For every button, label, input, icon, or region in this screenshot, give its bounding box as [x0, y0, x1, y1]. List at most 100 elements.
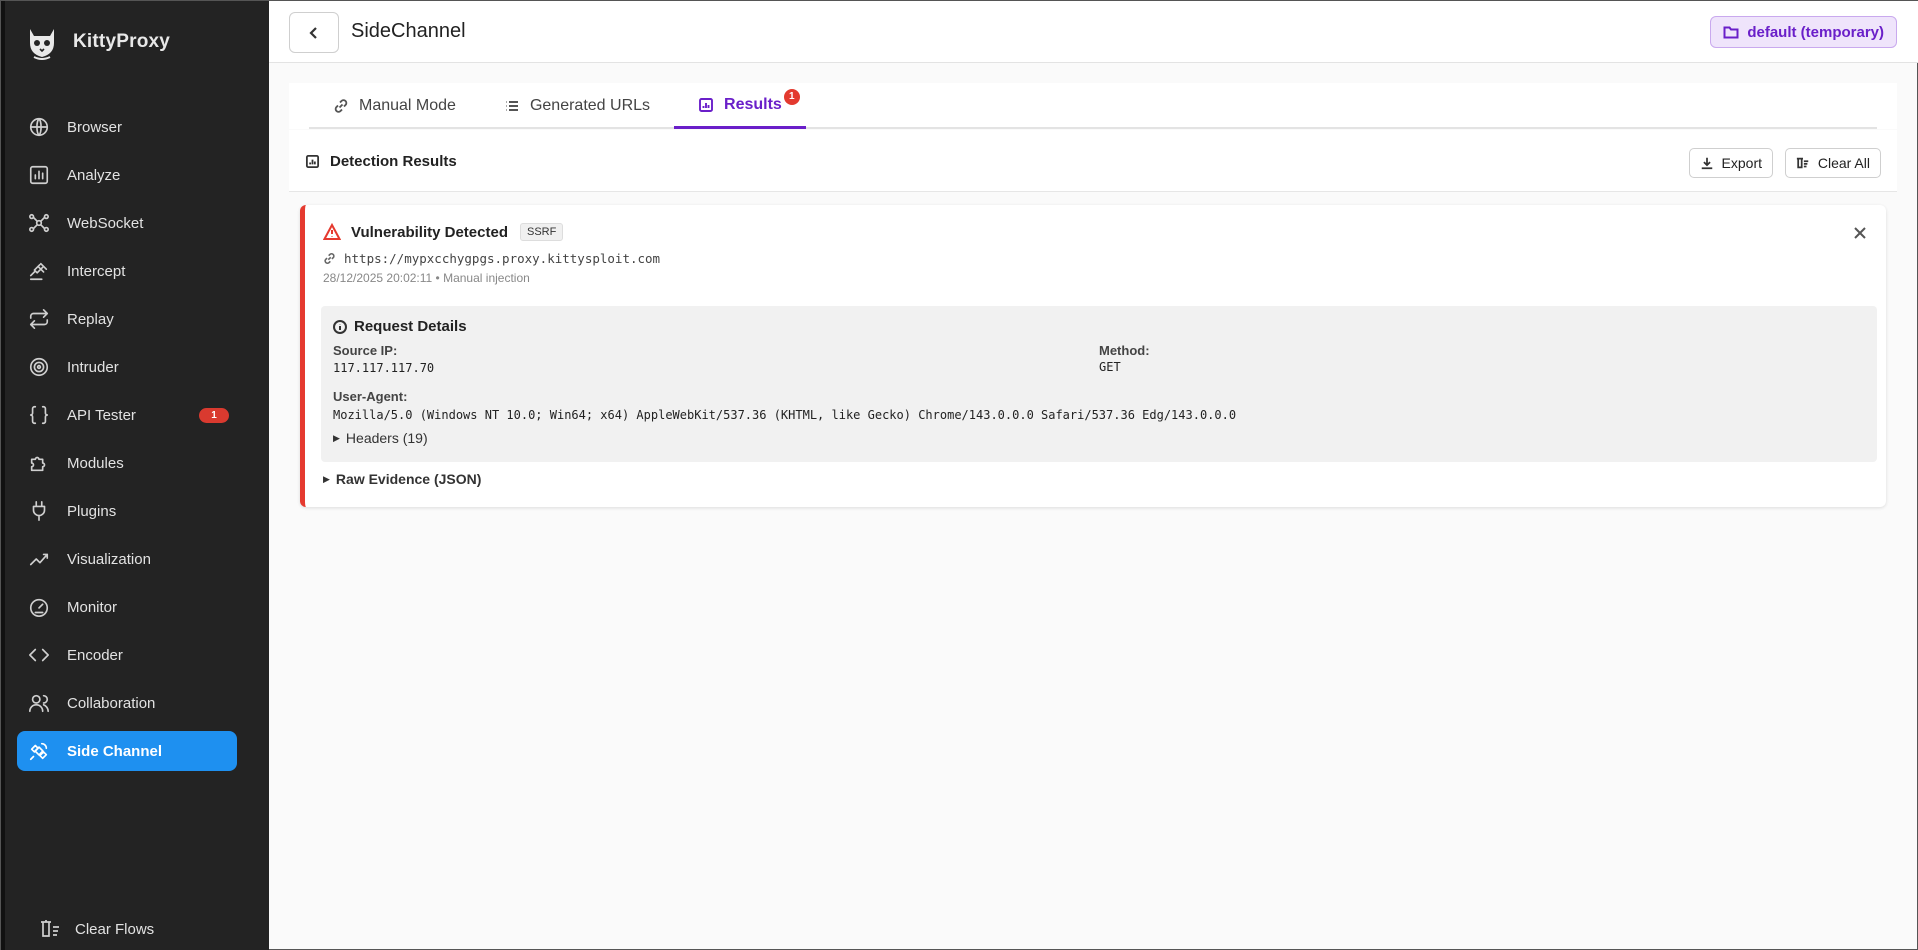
sidebar-item-modules[interactable]: Modules	[17, 443, 237, 483]
user-agent-label: User-Agent:	[333, 389, 408, 404]
code-icon	[27, 643, 51, 667]
method-value: GET	[1099, 360, 1121, 374]
export-label: Export	[1721, 155, 1762, 171]
globe-icon	[27, 115, 51, 139]
sidebar-item-label: Encoder	[67, 646, 123, 664]
app-name: KittyProxy	[73, 31, 171, 52]
target-icon	[27, 355, 51, 379]
user-agent-value: Mozilla/5.0 (Windows NT 10.0; Win64; x64…	[333, 408, 1237, 422]
line-chart-icon	[27, 547, 51, 571]
cat-logo-icon	[30, 29, 54, 60]
sidebar-item-visualization[interactable]: Visualization	[17, 539, 237, 579]
chart-icon	[305, 154, 320, 169]
sidebar-item-collaboration[interactable]: Collaboration	[17, 683, 237, 723]
app-window: KittyProxy Browser Analyze WebSocket Int…	[0, 0, 1918, 950]
results-count-badge: 1	[783, 89, 800, 105]
sidebar-item-analyze[interactable]: Analyze	[17, 155, 237, 195]
trash-filter-icon	[41, 920, 59, 937]
warning-triangle-icon	[323, 223, 341, 240]
link-icon	[334, 99, 348, 113]
gauge-icon	[27, 595, 51, 619]
sidebar-item-browser[interactable]: Browser	[17, 107, 237, 147]
tab-label: Manual Mode	[359, 97, 456, 114]
request-details: Request Details Source IP: 117.117.117.7…	[321, 306, 1877, 462]
sidebar-item-plugins[interactable]: Plugins	[17, 491, 237, 531]
sidebar: KittyProxy Browser Analyze WebSocket Int…	[1, 1, 269, 950]
sidebar-item-monitor[interactable]: Monitor	[17, 587, 237, 627]
tab-manual-mode[interactable]: Manual Mode	[309, 83, 480, 129]
sidebar-item-label: Collaboration	[67, 694, 156, 712]
vulnerability-type-tag: SSRF	[520, 223, 564, 241]
page-title: SideChannel	[351, 20, 466, 42]
bar-chart-icon	[27, 163, 51, 187]
info-icon	[333, 319, 347, 334]
sidebar-item-intruder[interactable]: Intruder	[17, 347, 237, 387]
sidebar-item-label: API Tester	[67, 406, 136, 424]
sidebar-item-label: Replay	[67, 310, 114, 328]
dismiss-button[interactable]	[1852, 225, 1868, 241]
repeat-icon	[27, 307, 51, 331]
chart-icon	[699, 97, 713, 112]
sidebar-item-label: Side Channel	[67, 742, 163, 760]
clear-flows-button[interactable]: Clear Flows	[39, 919, 154, 939]
source-ip-label: Source IP:	[333, 343, 398, 358]
chevron-left-icon	[309, 26, 317, 39]
sidebar-item-label: Visualization	[67, 550, 151, 568]
clear-flows-label: Clear Flows	[75, 920, 155, 938]
clear-all-label: Clear All	[1817, 155, 1870, 171]
list-icon	[505, 101, 518, 111]
headers-expander[interactable]: ▶ Headers (19)	[333, 430, 428, 446]
sidebar-item-encoder[interactable]: Encoder	[17, 635, 237, 675]
sidebar-item-label: WebSocket	[67, 214, 144, 232]
page-header: SideChannel default (temporary)	[269, 1, 1918, 63]
vulnerability-title: Vulnerability Detected	[351, 223, 508, 241]
sidebar-item-label: Intercept	[67, 262, 126, 280]
workspace-selector[interactable]: default (temporary)	[1710, 16, 1897, 48]
sidebar-item-replay[interactable]: Replay	[17, 299, 237, 339]
clear-all-button[interactable]: Clear All	[1784, 148, 1881, 178]
tab-generated-urls[interactable]: Generated URLs	[480, 83, 674, 129]
folder-icon	[1723, 26, 1739, 39]
finding-url: https://mypxcchygpgs.proxy.kittysploit.c…	[323, 251, 660, 266]
card-header: Vulnerability Detected SSRF	[323, 223, 564, 241]
export-button[interactable]: Export	[1688, 148, 1773, 178]
results-title: Detection Results	[330, 153, 457, 170]
api-tester-badge: 1	[199, 408, 229, 423]
close-icon	[1854, 227, 1866, 239]
download-icon	[1701, 157, 1712, 170]
sidebar-item-label: Intruder	[67, 358, 119, 376]
sidebar-item-intercept[interactable]: Intercept	[17, 251, 237, 291]
request-details-heading: Request Details	[333, 318, 467, 335]
sidebar-item-label: Browser	[67, 118, 123, 136]
sidebar-item-label: Analyze	[67, 166, 121, 184]
sidebar-item-label: Modules	[67, 454, 124, 472]
raw-evidence-label: Raw Evidence (JSON)	[335, 471, 482, 487]
vulnerability-card: Vulnerability Detected SSRF https://mypx…	[300, 205, 1886, 507]
tab-results[interactable]: Results 1	[674, 83, 806, 129]
sidebar-nav: Browser Analyze WebSocket Intercept Repl…	[17, 107, 237, 779]
sidebar-item-side-channel[interactable]: Side Channel	[17, 731, 237, 771]
results-toolbar: Detection Results Export Clear All	[289, 130, 1897, 192]
source-ip-value: 117.117.117.70	[333, 361, 435, 375]
sidebar-item-api-tester[interactable]: API Tester 1	[17, 395, 237, 435]
sidebar-item-label: Monitor	[67, 598, 118, 616]
tabs-panel: Manual Mode Generated URLs Results 1	[289, 83, 1897, 129]
braces-icon	[27, 403, 51, 427]
sidebar-item-label: Plugins	[67, 502, 117, 520]
tab-bar: Manual Mode Generated URLs Results 1	[309, 83, 1877, 129]
sidebar-item-websocket[interactable]: WebSocket	[17, 203, 237, 243]
request-details-title: Request Details	[354, 318, 467, 335]
results-heading: Detection Results	[305, 153, 457, 170]
finding-url-text: https://mypxcchygpgs.proxy.kittysploit.c…	[344, 251, 661, 266]
tab-label: Results	[724, 95, 782, 113]
expand-triangle-icon: ▶	[323, 473, 330, 484]
finding-meta: 28/12/2025 20:02:11 • Manual injection	[323, 271, 530, 285]
link-icon	[324, 253, 335, 264]
back-button[interactable]	[289, 12, 339, 53]
brand[interactable]: KittyProxy	[25, 23, 170, 61]
headers-label: Headers (19)	[345, 430, 428, 446]
users-icon	[27, 691, 51, 715]
raw-evidence-expander[interactable]: ▶ Raw Evidence (JSON)	[323, 471, 481, 487]
expand-triangle-icon: ▶	[333, 432, 340, 443]
tab-label: Generated URLs	[529, 97, 651, 114]
